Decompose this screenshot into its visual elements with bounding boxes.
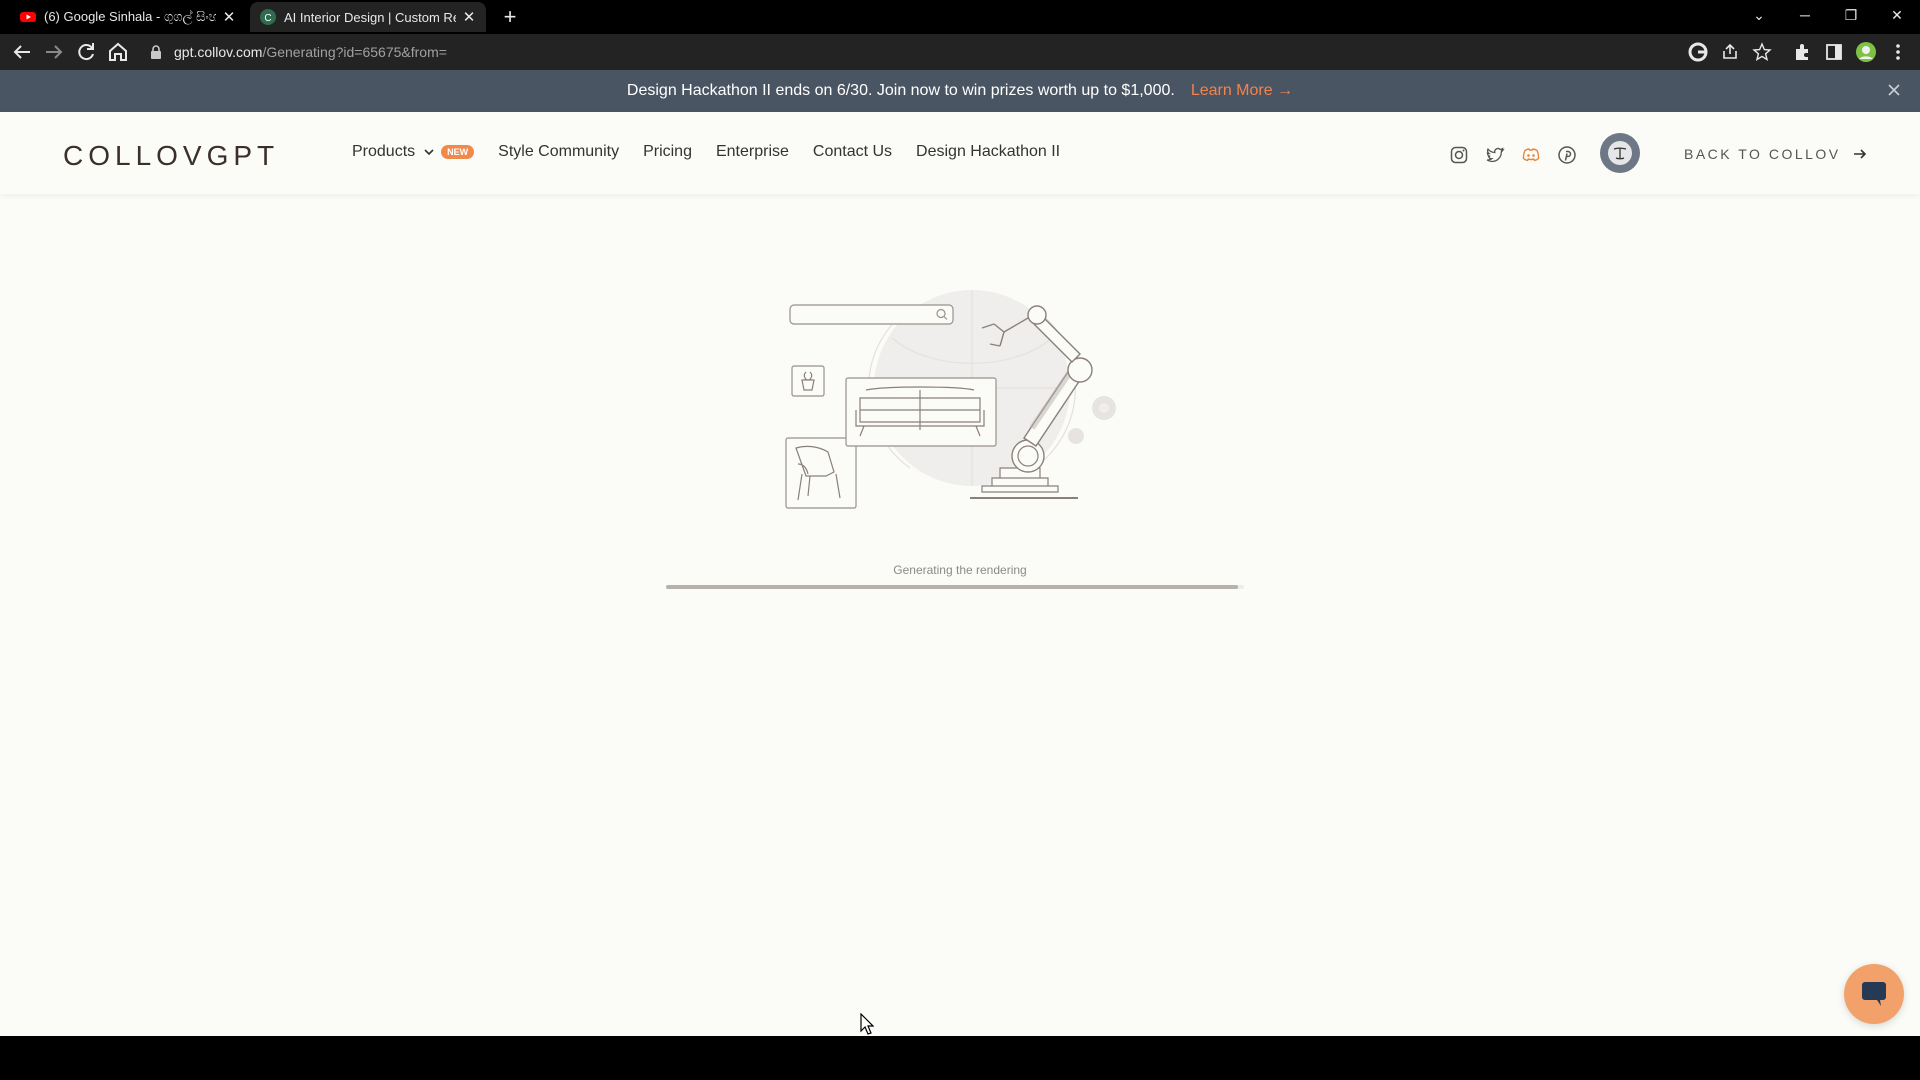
collovgpt-logo[interactable]: COLLOVGPT xyxy=(63,140,279,172)
url-path: /Generating?id=65675&from= xyxy=(262,44,447,60)
site-header: COLLOVGPT Products NEW Style Community P… xyxy=(0,112,1920,194)
url-host: gpt.collov.com xyxy=(174,44,263,60)
main-nav: Products NEW Style Community Pricing Ent… xyxy=(352,143,1084,161)
avatar-portrait-icon xyxy=(1608,141,1632,165)
nav-design-hackathon[interactable]: Design Hackathon II xyxy=(916,143,1060,161)
chat-support-button[interactable] xyxy=(1844,964,1904,1024)
progress-fill xyxy=(666,585,1239,589)
announcement-banner: Design Hackathon II ends on 6/30. Join n… xyxy=(0,70,1920,112)
google-icon[interactable] xyxy=(1688,42,1708,62)
browser-tab-collov[interactable]: C AI Interior Design | Custom Rendering … xyxy=(250,2,486,32)
home-icon[interactable] xyxy=(106,40,130,64)
nav-pricing[interactable]: Pricing xyxy=(643,143,692,161)
nav-enterprise[interactable]: Enterprise xyxy=(716,143,789,161)
side-panel-icon[interactable] xyxy=(1824,42,1844,62)
svg-text:C: C xyxy=(264,13,271,24)
bookmark-star-icon[interactable] xyxy=(1752,42,1772,62)
nav-contact-us[interactable]: Contact Us xyxy=(813,143,892,161)
tab-title: (6) Google Sinhala - ගුගල් සිංහල xyxy=(44,9,216,24)
reload-icon[interactable] xyxy=(74,40,98,64)
nav-style-community[interactable]: Style Community xyxy=(498,143,619,161)
new-tab-button[interactable]: + xyxy=(498,4,522,30)
pinterest-icon[interactable] xyxy=(1557,145,1577,165)
discord-icon[interactable] xyxy=(1521,145,1541,165)
browser-tab-bar: (6) Google Sinhala - ගුගල් සිංහල ✕ C AI … xyxy=(0,0,1920,34)
youtube-icon xyxy=(20,12,36,22)
forward-arrow-icon[interactable] xyxy=(42,40,66,64)
back-to-collov-link[interactable]: BACK TO COLLOV xyxy=(1684,146,1867,162)
taskbar-strip xyxy=(0,1036,1920,1080)
profile-avatar-icon[interactable] xyxy=(1856,42,1876,62)
more-menu-icon[interactable] xyxy=(1888,42,1908,62)
tab-search-icon[interactable]: ⌄ xyxy=(1744,2,1774,28)
generating-robot-illustration xyxy=(785,290,1116,509)
twitter-icon[interactable] xyxy=(1485,145,1505,165)
progress-bar xyxy=(666,585,1244,589)
address-bar[interactable]: gpt.collov.com/Generating?id=65675&from= xyxy=(150,37,1650,67)
restore-icon[interactable]: ❐ xyxy=(1836,2,1866,28)
extensions-icon[interactable] xyxy=(1792,42,1812,62)
chevron-down-icon xyxy=(424,149,434,156)
new-badge: NEW xyxy=(441,145,475,159)
browser-tab-youtube[interactable]: (6) Google Sinhala - ගුගල් සිංහල ✕ xyxy=(10,2,246,32)
page: Design Hackathon II ends on 6/30. Join n… xyxy=(0,70,1920,1036)
close-window-icon[interactable]: ✕ xyxy=(1882,2,1912,28)
instagram-icon[interactable] xyxy=(1449,145,1469,165)
learn-more-link[interactable]: Learn More → xyxy=(1191,82,1293,100)
banner-text: Design Hackathon II ends on 6/30. Join n… xyxy=(626,82,1175,99)
generating-status-text: Generating the rendering xyxy=(893,563,1027,577)
browser-toolbar: gpt.collov.com/Generating?id=65675&from= xyxy=(0,34,1920,70)
close-icon[interactable] xyxy=(1886,82,1902,98)
arrow-right-icon xyxy=(1853,149,1866,159)
lock-icon xyxy=(151,45,161,59)
nav-label: Products xyxy=(352,143,416,160)
nav-products[interactable]: Products NEW xyxy=(352,143,475,161)
back-label: BACK TO COLLOV xyxy=(1684,146,1841,162)
mouse-cursor-icon xyxy=(860,1013,874,1035)
chat-bubble-icon xyxy=(1862,982,1886,1006)
close-tab-icon[interactable]: ✕ xyxy=(462,8,476,26)
close-tab-icon[interactable]: ✕ xyxy=(222,8,236,26)
collov-icon: C xyxy=(260,9,276,25)
user-avatar[interactable] xyxy=(1600,133,1640,173)
share-icon[interactable] xyxy=(1720,42,1740,62)
minimize-icon[interactable]: ─ xyxy=(1790,2,1820,28)
back-arrow-icon[interactable] xyxy=(10,40,34,64)
tab-title: AI Interior Design | Custom Rendering xyxy=(284,9,456,25)
